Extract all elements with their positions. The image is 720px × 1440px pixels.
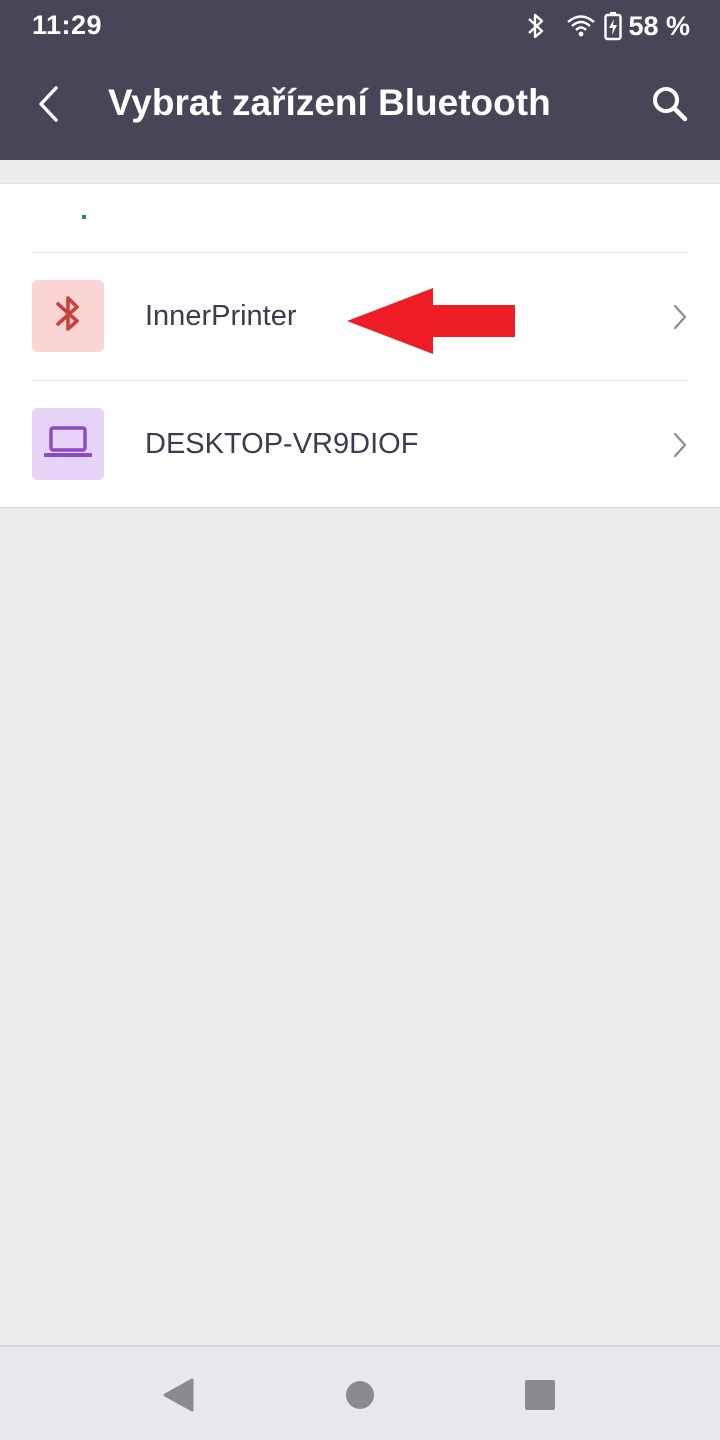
back-button[interactable]: [18, 76, 78, 136]
device-icon-box: [32, 280, 104, 352]
bluetooth-icon: [53, 293, 83, 340]
device-name: InnerPrinter: [145, 300, 297, 332]
status-time: 11:29: [32, 10, 103, 40]
chevron-right-icon: [670, 303, 690, 331]
status-bar: 11:29 58 %: [0, 0, 720, 52]
device-name: DESKTOP-VR9DIOF: [145, 428, 419, 460]
device-icon-box: [32, 408, 104, 480]
device-list: InnerPrinter DESKTOP-VR9DIOF: [0, 183, 720, 508]
nav-recents-button[interactable]: [510, 1367, 570, 1427]
status-icons: 58 %: [526, 8, 690, 44]
device-row-desktop[interactable]: DESKTOP-VR9DIOF: [0, 381, 720, 508]
nav-back-icon: [162, 1378, 194, 1417]
nav-home-icon: [344, 1379, 376, 1416]
nav-home-button[interactable]: [330, 1367, 390, 1427]
nav-back-button[interactable]: [148, 1367, 208, 1427]
bluetooth-icon: [526, 11, 546, 41]
page-title: Vybrat zařízení Bluetooth: [108, 82, 551, 123]
chevron-left-icon: [36, 85, 60, 128]
battery-percent: 58 %: [628, 10, 690, 41]
wifi-icon: [566, 13, 596, 39]
laptop-icon: [43, 425, 93, 464]
chevron-right-icon: [670, 431, 690, 459]
search-icon: [651, 85, 689, 128]
app-bar: Vybrat zařízení Bluetooth: [0, 52, 720, 160]
nav-recents-icon: [524, 1379, 556, 1416]
red-arrow-icon: [345, 286, 517, 361]
search-button[interactable]: [640, 76, 700, 136]
battery-charging-icon: [604, 11, 623, 41]
navigation-bar: [0, 1345, 720, 1440]
scan-progress-indicator: [82, 215, 86, 219]
